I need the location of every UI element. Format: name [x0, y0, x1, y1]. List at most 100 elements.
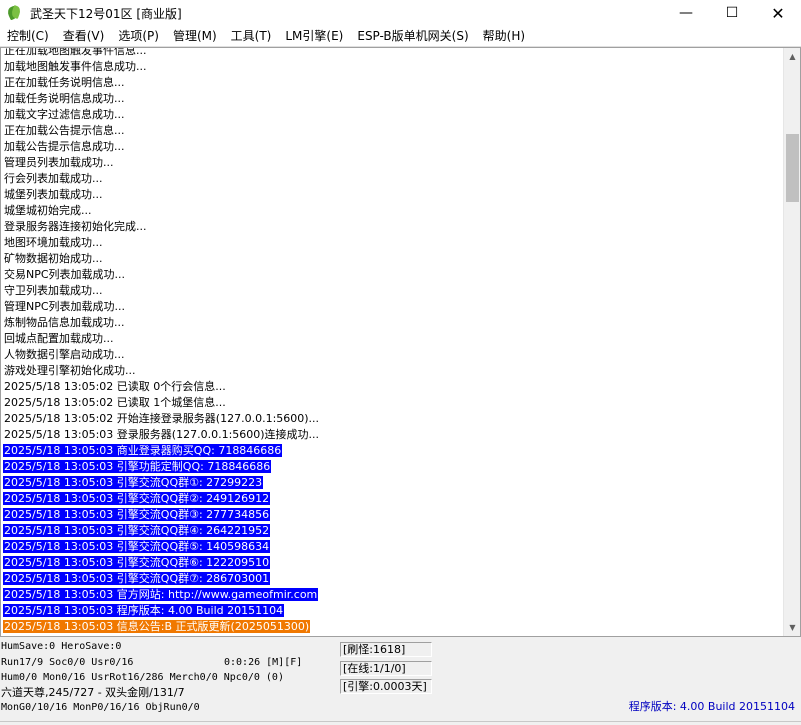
log-line: 游戏处理引擎初始化成功... — [3, 363, 781, 379]
log-line-text: 2025/5/18 13:05:03 官方网站: http://www.game… — [3, 588, 319, 601]
log-line-text: 回城点配置加载成功... — [4, 332, 114, 345]
log-line: 登录服务器连接初始化完成... — [3, 219, 781, 235]
log-line-text: 城堡城初始完成... — [4, 204, 92, 217]
log-line-text: 2025/5/18 13:05:03 引擎交流QQ群①: 27299223 — [3, 476, 264, 489]
log-line-text: 加载地图触发事件信息成功... — [4, 60, 147, 73]
log-line-text: 2025/5/18 13:05:03 信息公告:B 正式版更新(20250513… — [3, 620, 311, 633]
log-line: 加载任务说明信息成功... — [3, 91, 781, 107]
vertical-scrollbar[interactable]: ▲ ▼ — [783, 48, 800, 636]
log-line-text: 2025/5/18 13:05:03 程序版本: 4.00 Build 2015… — [3, 604, 285, 617]
log-line-text: 2025/5/18 13:05:03 引擎交流QQ群⑥: 122209510 — [3, 556, 271, 569]
log-line-text: 2025/5/18 13:05:02 已读取 0个行会信息... — [4, 380, 226, 393]
menu-item-manage[interactable]: 管理(M) — [166, 27, 224, 46]
log-line: 2025/5/18 13:05:03 引擎交流QQ群②: 249126912 — [3, 491, 781, 507]
scroll-up-arrow-icon[interactable]: ▲ — [784, 48, 800, 65]
log-line: 2025/5/18 13:05:03 引擎交流QQ群④: 264221952 — [3, 523, 781, 539]
log-line: 地图环境加载成功... — [3, 235, 781, 251]
log-panel[interactable]: 正在加载地图触发事件信息... 加载地图触发事件信息成功... 正在加载任务说明信息… — [0, 47, 801, 637]
log-line: 2025/5/18 13:05:03 信息公告:B 正式版更新(20250513… — [3, 619, 781, 635]
scroll-thumb[interactable] — [786, 134, 799, 202]
log-line-text: 2025/5/18 13:05:02 开始连接登录服务器(127.0.0.1:5… — [4, 412, 320, 425]
log-line-text: 2025/5/18 13:05:03 引擎功能定制QQ: 718846686 — [3, 460, 272, 473]
log-line-text: 炼制物品信息加载成功... — [4, 316, 125, 329]
log-line: 正在加载任务说明信息... — [3, 75, 781, 91]
log-line: 2025/5/18 13:05:03 引擎交流QQ群③: 277734856 — [3, 507, 781, 523]
log-line-text: 游戏处理引擎初始化成功... — [4, 364, 136, 377]
log-line-text: 守卫列表加载成功... — [4, 284, 103, 297]
log-line: 加载地图触发事件信息成功... — [3, 59, 781, 75]
menu-item-esp-gateway[interactable]: ESP-B版单机网关(S) — [350, 27, 475, 46]
log-line-text: 人物数据引擎启动成功... — [4, 348, 125, 361]
log-line: 炼制物品信息加载成功... — [3, 315, 781, 331]
program-version-label: 程序版本: 4.00 Build 20151104 — [628, 700, 795, 713]
log-line: 城堡列表加载成功... — [3, 187, 781, 203]
log-line: 2025/5/18 13:05:03 官方网站: http://www.game… — [3, 587, 781, 603]
status-monster-counts: MonG0/10/16 MonP0/16/16 ObjRun0/0 — [1, 702, 200, 713]
log-line-text: 2025/5/18 13:05:03 引擎交流QQ群②: 249126912 — [3, 492, 271, 505]
log-line-text: 行会列表加载成功... — [4, 172, 103, 185]
log-line-text: 正在加载公告提示信息... — [4, 124, 125, 137]
log-line: 2025/5/18 13:05:03 程序版本: 4.00 Build 2015… — [3, 603, 781, 619]
log-line: 加载文字过滤信息成功... — [3, 107, 781, 123]
log-list: 正在加载地图触发事件信息... 加载地图触发事件信息成功... 正在加载任务说明信息… — [3, 47, 781, 635]
menu-item-options[interactable]: 选项(P) — [111, 27, 166, 46]
menu-item-view[interactable]: 查看(V) — [56, 27, 112, 46]
log-line: 行会列表加载成功... — [3, 171, 781, 187]
engine-days-box: [引擎:0.0003天] — [340, 679, 432, 694]
minimize-button[interactable]: — — [663, 0, 709, 26]
log-line: 交易NPC列表加载成功... — [3, 267, 781, 283]
log-line: 2025/5/18 13:05:03 引擎交流QQ群⑤: 140598634 — [3, 539, 781, 555]
log-line: 2025/5/18 13:05:03 引擎交流QQ群⑦: 286703001 — [3, 571, 781, 587]
menu-item-help[interactable]: 帮助(H) — [476, 27, 532, 46]
log-line-text: 加载任务说明信息成功... — [4, 92, 125, 105]
log-line: 正在加载公告提示信息... — [3, 123, 781, 139]
log-line: 管理NPC列表加载成功... — [3, 299, 781, 315]
log-line: 2025/5/18 13:05:03 商业登录器购买QQ: 718846686 — [3, 443, 781, 459]
log-line-text: 正在加载任务说明信息... — [4, 76, 125, 89]
log-line: 矿物数据初始成功... — [3, 251, 781, 267]
log-line: 2025/5/18 13:05:03 登录服务器(127.0.0.1:5600)… — [3, 427, 781, 443]
log-line-text: 2025/5/18 13:05:03 商业登录器购买QQ: 718846686 — [3, 444, 283, 457]
menu-item-lm-engine[interactable]: LM引擎(E) — [278, 27, 350, 46]
maximize-button[interactable]: ☐ — [709, 0, 755, 26]
log-line-text: 2025/5/18 13:05:02 已读取 1个城堡信息... — [4, 396, 226, 409]
bottom-strip — [0, 721, 801, 725]
window-title: 武圣天下12号01区 [商业版] — [30, 6, 182, 21]
log-line-text: 地图环境加载成功... — [4, 236, 103, 249]
log-line: 2025/5/18 13:05:03 引擎功能定制QQ: 718846686 — [3, 459, 781, 475]
log-line: 管理员列表加载成功... — [3, 155, 781, 171]
log-line-text: 矿物数据初始成功... — [4, 252, 103, 265]
log-line: 城堡城初始完成... — [3, 203, 781, 219]
log-line-text: 交易NPC列表加载成功... — [4, 268, 126, 281]
status-panel: HumSave:0 HeroSave:0 Run17/9 Soc0/0 Usr0… — [0, 637, 801, 725]
log-line-text: 加载公告提示信息成功... — [4, 140, 125, 153]
menu-item-control[interactable]: 控制(C) — [0, 27, 56, 46]
log-line-text: 管理员列表加载成功... — [4, 156, 114, 169]
log-line-text: 登录服务器连接初始化完成... — [4, 220, 147, 233]
log-line-text: 2025/5/18 13:05:03 引擎交流QQ群⑤: 140598634 — [3, 540, 271, 553]
close-button[interactable]: ✕ — [755, 0, 801, 26]
log-line-text: 正在加载地图触发事件信息... — [4, 47, 147, 57]
status-save-counts: HumSave:0 HeroSave:0 — [1, 641, 122, 652]
log-line: 2025/5/18 13:05:02 已读取 1个城堡信息... — [3, 395, 781, 411]
log-line-text: 2025/5/18 13:05:03 引擎交流QQ群③: 277734856 — [3, 508, 271, 521]
app-leaf-icon — [5, 4, 22, 21]
log-line-text: 2025/5/18 13:05:03 引擎交流QQ群④: 264221952 — [3, 524, 271, 537]
status-runtime: 0:0:26 [M][F] — [224, 657, 303, 668]
menu-item-tools[interactable]: 工具(T) — [224, 27, 279, 46]
online-count-box: [在线:1/1/0] — [340, 661, 432, 676]
log-line-text: 2025/5/18 13:05:03 引擎交流QQ群⑦: 286703001 — [3, 572, 271, 585]
title-bar: 武圣天下12号01区 [商业版] — ☐ ✕ — [0, 0, 801, 26]
status-object-counts: Hum0/0 Mon0/16 UsrRot16/286 Merch0/0 Npc… — [1, 672, 284, 683]
log-line: 2025/5/18 13:05:02 开始连接登录服务器(127.0.0.1:5… — [3, 411, 781, 427]
status-run-counts: Run17/9 Soc0/0 Usr0/16 — [1, 657, 134, 668]
log-line: 2025/5/18 13:05:03 引擎交流QQ群⑥: 122209510 — [3, 555, 781, 571]
log-line: 正在加载地图触发事件信息... — [3, 47, 781, 59]
log-line: 2025/5/18 13:05:02 已读取 0个行会信息... — [3, 379, 781, 395]
log-line-text: 管理NPC列表加载成功... — [4, 300, 126, 313]
log-line-text: 2025/5/18 13:05:03 登录服务器(127.0.0.1:5600)… — [4, 428, 320, 441]
log-line-text: 城堡列表加载成功... — [4, 188, 103, 201]
log-line: 人物数据引擎启动成功... — [3, 347, 781, 363]
scroll-down-arrow-icon[interactable]: ▼ — [784, 619, 800, 636]
menu-bar: 控制(C) 查看(V) 选项(P) 管理(M) 工具(T) LM引擎(E) ESP-B版单机… — [0, 26, 801, 47]
